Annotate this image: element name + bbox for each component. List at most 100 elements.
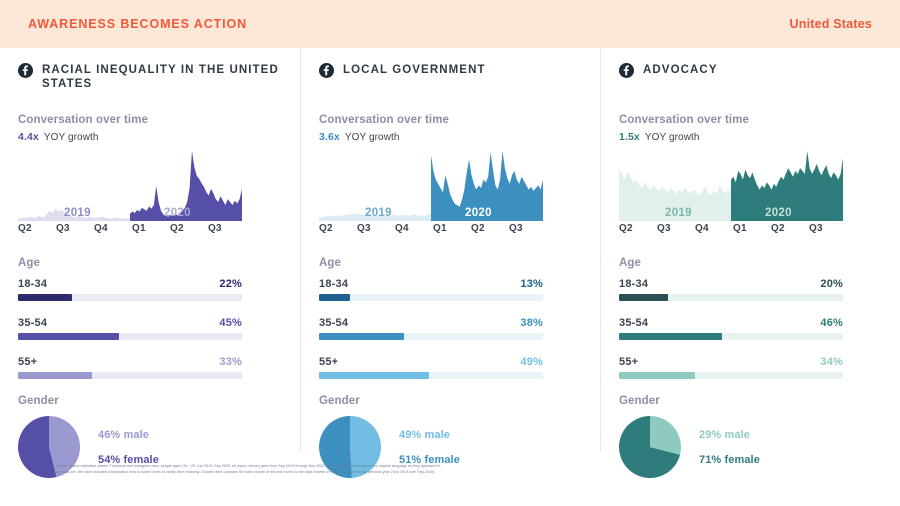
x-axis-tick-2: Q4 (94, 223, 108, 234)
age-percent-value: 46% (820, 317, 843, 329)
age-row-18-34: 18-34 22% (18, 278, 242, 301)
x-axis-tick-5: Q3 (809, 223, 823, 234)
chart-year-label-2019: 2019 (64, 207, 91, 219)
conversation-section-label: Conversation over time (18, 114, 282, 126)
x-axis-tick-3: Q1 (433, 223, 447, 234)
conversation-section-label: Conversation over time (319, 114, 582, 126)
topic-panel-3: ADVOCACY Conversation over time 1.5x YOY… (600, 48, 900, 452)
facebook-icon (18, 63, 33, 83)
conversation-section-label: Conversation over time (619, 114, 882, 126)
x-axis-tick-1: Q3 (357, 223, 371, 234)
age-bar-track (18, 294, 242, 301)
age-bar-fill (619, 372, 695, 379)
facebook-icon (319, 63, 334, 83)
chart-year-label-2020: 2020 (465, 207, 492, 219)
gender-section-label: Gender (18, 395, 282, 407)
x-axis-tick-4: Q2 (771, 223, 785, 234)
gender-legend: 46% male 54% female (98, 428, 159, 466)
area-chart-svg (619, 149, 843, 221)
x-axis-tick-0: Q2 (18, 223, 32, 234)
age-bar-track (319, 294, 543, 301)
age-bar-fill (319, 372, 429, 379)
x-axis-tick-5: Q3 (509, 223, 523, 234)
age-bar-track (619, 294, 843, 301)
age-percent-value: 22% (219, 278, 242, 290)
gender-section-label: Gender (619, 395, 882, 407)
age-row-head: 35-54 46% (619, 317, 843, 329)
age-row-head: 18-34 22% (18, 278, 242, 290)
age-row-18-34: 18-34 13% (319, 278, 543, 301)
age-bar-track (319, 333, 543, 340)
age-row-head: 35-54 45% (18, 317, 242, 329)
x-axis-tick-5: Q3 (208, 223, 222, 234)
x-axis-tick-4: Q2 (170, 223, 184, 234)
age-percent-value: 20% (820, 278, 843, 290)
x-axis-tick-3: Q1 (733, 223, 747, 234)
gender-legend: 49% male 51% female (399, 428, 460, 466)
facebook-icon (619, 63, 634, 83)
age-section-label: Age (18, 257, 242, 269)
age-bar-fill (619, 294, 668, 301)
region-label: United States (790, 17, 872, 31)
age-bar-fill (18, 333, 119, 340)
age-row-35-54: 35-54 46% (619, 317, 843, 340)
chart-year-label-2020: 2020 (765, 207, 792, 219)
panel-title-row: LOCAL GOVERNMENT (319, 62, 582, 102)
bar-spacer (319, 344, 543, 356)
x-axis-tick-4: Q2 (471, 223, 485, 234)
conversation-over-time-chart: 2019 2020 (18, 149, 242, 221)
topic-panel-1: RACIAL INEQUALITY IN THE UNITED STATES C… (0, 48, 300, 452)
age-section: Age 18-34 22% 35-54 45% (18, 257, 242, 379)
chart-x-axis: Q2Q3Q4Q1Q2Q3 (619, 223, 843, 239)
x-axis-tick-0: Q2 (619, 223, 633, 234)
age-section: Age 18-34 13% 35-54 38% (319, 257, 543, 379)
yoy-growth-row: 1.5x YOY growth (619, 131, 882, 143)
yoy-growth-value: 4.4x (18, 131, 39, 143)
panel-content: LOCAL GOVERNMENT Conversation over time … (319, 62, 582, 478)
age-range-label: 55+ (18, 356, 37, 368)
gender-male-label: 29% male (699, 429, 760, 441)
panel-container: RACIAL INEQUALITY IN THE UNITED STATES C… (0, 48, 900, 452)
yoy-growth-row: 3.6x YOY growth (319, 131, 582, 143)
age-row-55+: 55+ 33% (18, 356, 242, 379)
conversation-over-time-chart: 2019 2020 (619, 149, 843, 221)
x-axis-tick-3: Q1 (132, 223, 146, 234)
panel-title-row: RACIAL INEQUALITY IN THE UNITED STATES (18, 62, 282, 102)
chart-year-label-2020: 2020 (164, 207, 191, 219)
chart-x-axis: Q2Q3Q4Q1Q2Q3 (18, 223, 242, 239)
age-range-label: 35-54 (619, 317, 648, 329)
area-chart-svg (18, 149, 242, 221)
conversation-over-time-chart: 2019 2020 (319, 149, 543, 221)
yoy-growth-row: 4.4x YOY growth (18, 131, 282, 143)
footnote-line-2: our data set. We have included a transla… (56, 469, 596, 475)
age-bar-track (319, 372, 543, 379)
panel-content: RACIAL INEQUALITY IN THE UNITED STATES C… (18, 62, 282, 478)
bar-spacer (619, 305, 843, 317)
age-section: Age 18-34 20% 35-54 46% (619, 257, 843, 379)
age-range-label: 55+ (319, 356, 338, 368)
age-row-35-54: 35-54 38% (319, 317, 543, 340)
gender-pie-chart (619, 416, 681, 478)
age-percent-value: 34% (820, 356, 843, 368)
age-bar-track (619, 333, 843, 340)
age-range-label: 35-54 (319, 317, 348, 329)
age-row-head: 35-54 38% (319, 317, 543, 329)
age-range-label: 35-54 (18, 317, 47, 329)
age-row-55+: 55+ 49% (319, 356, 543, 379)
age-percent-value: 45% (219, 317, 242, 329)
age-percent-value: 13% (520, 278, 543, 290)
bar-spacer (319, 305, 543, 317)
age-row-head: 55+ 49% (319, 356, 543, 368)
yoy-growth-value: 3.6x (319, 131, 340, 143)
yoy-growth-label: YOY growth (44, 132, 99, 143)
age-row-head: 55+ 34% (619, 356, 843, 368)
age-percent-value: 33% (219, 356, 242, 368)
age-bar-fill (18, 372, 92, 379)
age-row-head: 55+ 33% (18, 356, 242, 368)
panel-title: ADVOCACY (643, 62, 718, 77)
gender-legend: 29% male 71% female (699, 428, 760, 466)
yoy-growth-label: YOY growth (645, 132, 700, 143)
gender-chart-row: 29% male 71% female (619, 416, 882, 478)
panel-content: ADVOCACY Conversation over time 1.5x YOY… (619, 62, 882, 478)
age-row-head: 18-34 13% (319, 278, 543, 290)
